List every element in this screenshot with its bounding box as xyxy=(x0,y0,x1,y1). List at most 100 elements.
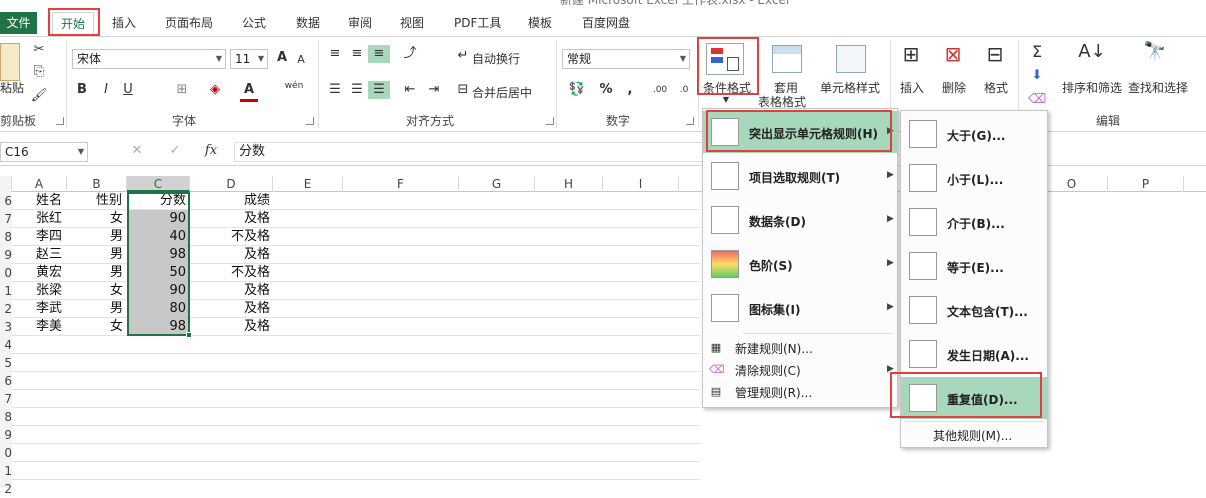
submenu-item-text-contains[interactable]: 文本包含(T)... xyxy=(901,289,1047,331)
format-cells-button[interactable]: 格式 xyxy=(984,79,1008,96)
cell-b[interactable]: 男 xyxy=(110,246,123,264)
font-name-select[interactable]: 宋体 ▼ xyxy=(72,49,226,69)
tab-pdf-tools[interactable]: PDF工具 xyxy=(454,12,501,34)
align-middle-icon[interactable]: ≡ xyxy=(348,45,366,63)
column-header-g[interactable]: G xyxy=(459,176,535,192)
cell-b[interactable]: 女 xyxy=(110,318,123,336)
font-color-icon[interactable]: A xyxy=(240,81,258,102)
submenu-item-date-occurring[interactable]: 发生日期(A)... xyxy=(901,333,1047,375)
increase-indent-icon[interactable]: ⇥ xyxy=(424,81,444,99)
autosum-icon[interactable]: Σ xyxy=(1028,43,1046,61)
tab-review[interactable]: 审阅 xyxy=(348,12,372,34)
shrink-font-button[interactable]: A xyxy=(294,51,308,69)
decrease-indent-icon[interactable]: ⇤ xyxy=(400,81,420,99)
cell-d[interactable]: 成绩 xyxy=(190,192,270,210)
cell-b[interactable]: 男 xyxy=(110,264,123,282)
column-header-d[interactable]: D xyxy=(190,176,273,192)
border-icon[interactable]: ⊞ xyxy=(174,81,190,99)
align-bottom-icon[interactable]: ≡ xyxy=(368,45,390,63)
tab-data[interactable]: 数据 xyxy=(296,12,320,34)
cell-d[interactable]: 及格 xyxy=(190,282,270,300)
cell-b[interactable]: 男 xyxy=(110,228,123,246)
sort-filter-button[interactable]: 排序和筛选 xyxy=(1062,79,1122,96)
cell-d[interactable]: 及格 xyxy=(190,210,270,228)
cf-menu-item-new-rule[interactable]: ▦ 新建规则(N)... xyxy=(703,337,897,359)
cf-menu-item-top-bottom[interactable]: 项目选取规则(T) ▶ xyxy=(703,155,897,197)
merge-center-button[interactable]: 合并后居中 xyxy=(472,84,532,101)
align-center-icon[interactable]: ☰ xyxy=(348,81,366,99)
cut-icon[interactable]: ✂ xyxy=(30,41,48,59)
cell-b[interactable]: 女 xyxy=(110,210,123,228)
orientation-icon[interactable]: ⤴ xyxy=(400,45,420,63)
column-header-c[interactable]: C xyxy=(127,176,190,192)
cell-d[interactable]: 及格 xyxy=(190,300,270,318)
fill-icon[interactable]: ⬇ xyxy=(1028,67,1046,85)
submenu-item-greater-than[interactable]: 大于(G)... xyxy=(901,113,1047,155)
tab-templates[interactable]: 模板 xyxy=(528,12,552,34)
cell-d[interactable]: 不及格 xyxy=(190,264,270,282)
cell-a[interactable]: 张红 xyxy=(36,210,62,228)
decrease-decimal-icon[interactable]: .0 xyxy=(674,81,694,99)
fill-handle[interactable] xyxy=(186,332,192,338)
cell-d[interactable]: 不及格 xyxy=(190,228,270,246)
delete-cells-button[interactable]: 删除 xyxy=(942,79,966,96)
tab-formulas[interactable]: 公式 xyxy=(242,12,266,34)
tab-page-layout[interactable]: 页面布局 xyxy=(165,12,213,34)
cancel-icon[interactable]: ✕ xyxy=(128,142,146,160)
bold-button[interactable]: B xyxy=(74,81,90,99)
clipboard-launcher-icon[interactable] xyxy=(56,117,64,125)
cf-menu-item-color-scales[interactable]: 色阶(S) ▶ xyxy=(703,243,897,285)
tab-view[interactable]: 视图 xyxy=(400,12,424,34)
column-header-i[interactable]: I xyxy=(603,176,679,192)
grow-font-button[interactable]: A xyxy=(274,49,290,67)
formula-input[interactable]: 分数 xyxy=(234,142,704,162)
submenu-item-equal-to[interactable]: 等于(E)... xyxy=(901,245,1047,287)
column-header-h[interactable]: H xyxy=(535,176,603,192)
increase-decimal-icon[interactable]: .00 xyxy=(650,81,670,99)
cf-menu-item-data-bars[interactable]: 数据条(D) ▶ xyxy=(703,199,897,241)
paste-button[interactable]: 粘贴 xyxy=(0,79,24,96)
insert-cells-button[interactable]: 插入 xyxy=(900,79,924,96)
cell-d[interactable]: 及格 xyxy=(190,246,270,264)
submenu-item-between[interactable]: 介于(B)... xyxy=(901,201,1047,243)
cell-b[interactable]: 女 xyxy=(110,282,123,300)
cell-b[interactable]: 性别 xyxy=(96,192,122,210)
tab-file[interactable]: 文件 xyxy=(0,12,37,34)
cell-a[interactable]: 黄宏 xyxy=(36,264,62,282)
column-header-e[interactable]: E xyxy=(273,176,343,192)
column-header-f[interactable]: F xyxy=(343,176,459,192)
insert-function-button[interactable]: fx xyxy=(202,142,220,160)
cell-a[interactable]: 李武 xyxy=(36,300,62,318)
number-format-select[interactable]: 常规 ▼ xyxy=(562,49,690,69)
cell-a[interactable]: 李四 xyxy=(36,228,62,246)
align-left-icon[interactable]: ☰ xyxy=(326,81,344,99)
submenu-item-more-rules[interactable]: 其他规则(M)... xyxy=(901,424,1047,446)
cf-menu-item-icon-sets[interactable]: 图标集(I) ▶ xyxy=(703,287,897,329)
name-box[interactable]: C16 ▼ xyxy=(0,142,88,162)
phonetic-button[interactable]: wén xyxy=(282,77,306,95)
wrap-text-button[interactable]: 自动换行 xyxy=(472,50,520,67)
cell-a[interactable]: 姓名 xyxy=(36,192,62,210)
format-painter-icon[interactable]: 🖌 xyxy=(30,87,48,105)
cell-styles-button[interactable]: 单元格样式 xyxy=(820,79,880,96)
italic-button[interactable]: I xyxy=(98,81,114,99)
cell-a[interactable]: 张梁 xyxy=(36,282,62,300)
column-header-p[interactable]: P xyxy=(1108,176,1184,192)
underline-button[interactable]: U xyxy=(120,81,136,99)
copy-icon[interactable]: ⎘ xyxy=(30,63,48,81)
fill-color-icon[interactable]: ◈ xyxy=(206,81,224,99)
currency-icon[interactable]: 💱 xyxy=(566,81,588,99)
enter-icon[interactable]: ✓ xyxy=(166,142,184,160)
percent-button[interactable]: % xyxy=(598,81,614,99)
column-header-a[interactable]: A xyxy=(12,176,67,192)
cell-a[interactable]: 赵三 xyxy=(36,246,62,264)
align-top-icon[interactable]: ≡ xyxy=(326,45,344,63)
cf-menu-item-manage-rules[interactable]: ▤ 管理规则(R)... xyxy=(703,381,897,403)
align-right-icon[interactable]: ☰ xyxy=(368,81,390,99)
find-select-button[interactable]: 查找和选择 xyxy=(1128,79,1188,96)
cell-d[interactable]: 及格 xyxy=(190,318,270,336)
select-all-corner[interactable] xyxy=(0,176,12,192)
font-launcher-icon[interactable] xyxy=(306,117,314,125)
tab-insert[interactable]: 插入 xyxy=(112,12,136,34)
tab-baidu-netdisk[interactable]: 百度网盘 xyxy=(582,12,630,34)
